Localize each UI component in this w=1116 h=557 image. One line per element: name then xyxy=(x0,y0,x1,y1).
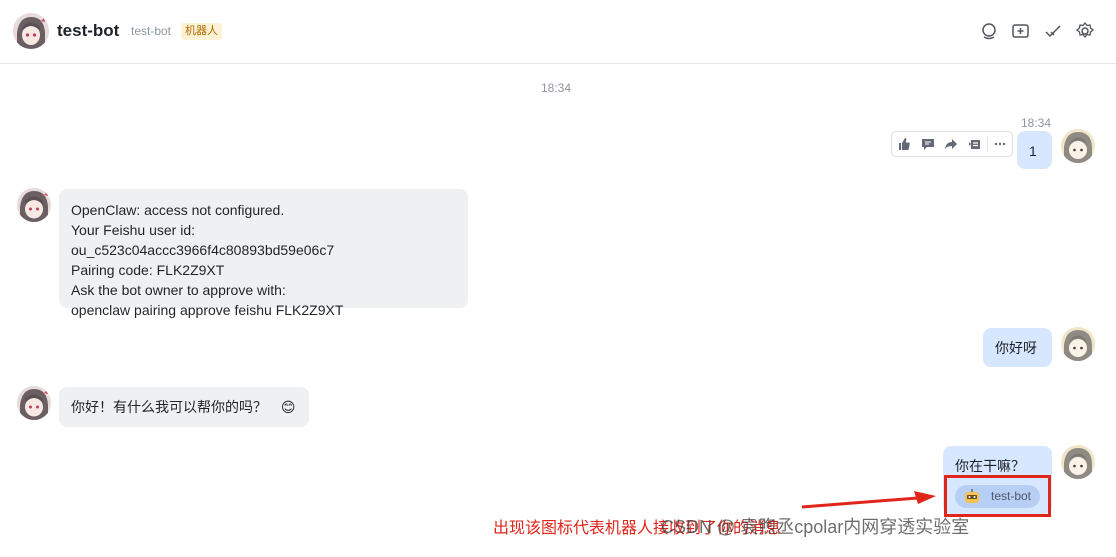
thumb-up-icon[interactable] xyxy=(892,132,916,156)
robot-badge: 机器人 xyxy=(181,23,222,40)
chat-header: test-bot test-bot 机器人 xyxy=(0,0,1116,64)
chat-title: test-bot xyxy=(57,21,120,40)
message-line: openclaw pairing approve feishu FLK2Z9XT xyxy=(71,302,344,318)
forward-icon[interactable] xyxy=(940,132,964,156)
message-bubble-incoming[interactable]: OpenClaw: access not configured. Your Fe… xyxy=(59,189,468,318)
message-bubble-outgoing[interactable]: 你好呀 xyxy=(983,328,1052,367)
message-line: Pairing code: FLK2Z9XT xyxy=(71,262,225,278)
user-avatar[interactable] xyxy=(1061,129,1095,163)
message-text: 1 xyxy=(1029,143,1037,159)
annotation-arrow xyxy=(801,491,936,509)
search-icon[interactable] xyxy=(979,21,999,41)
new-window-icon[interactable] xyxy=(1011,21,1031,41)
message-line: OpenClaw: access not configured. xyxy=(71,202,285,218)
message-text: 你在干嘛？ xyxy=(955,458,1025,474)
watermark-text: CSDN @ 袁煦丞cpolar内网穿透实验室 xyxy=(661,517,970,537)
more-icon[interactable] xyxy=(988,132,1012,156)
reply-icon[interactable] xyxy=(963,132,987,156)
message-bubble-outgoing[interactable]: 1 xyxy=(1017,131,1052,169)
highlight-box xyxy=(944,475,1051,517)
comment-icon[interactable] xyxy=(916,132,940,156)
message-bubble-incoming[interactable]: 你好！有什么我可以帮你的吗？ 😊 xyxy=(59,387,309,427)
message-line: Ask the bot owner to approve with: xyxy=(71,282,286,298)
message-line: Your Feishu user id: ou_c523c04accc3966f… xyxy=(71,222,335,258)
smile-emoji-icon: 😊 xyxy=(280,399,296,415)
user-avatar[interactable] xyxy=(1061,327,1095,361)
timestamp-center: 18:34 xyxy=(541,81,572,95)
message-timestamp: 18:34 xyxy=(1021,116,1052,130)
bot-avatar[interactable] xyxy=(13,13,49,49)
message-hover-toolbar xyxy=(891,131,1013,157)
done-icon[interactable] xyxy=(1043,21,1063,41)
chat-subtitle: test-bot xyxy=(131,24,172,38)
settings-icon[interactable] xyxy=(1075,21,1095,41)
user-avatar[interactable] xyxy=(1061,445,1095,479)
message-text: 你好呀 xyxy=(995,340,1037,356)
bot-avatar[interactable] xyxy=(17,386,51,420)
bot-avatar[interactable] xyxy=(17,188,51,222)
message-text: 你好！有什么我可以帮你的吗？ xyxy=(71,399,267,415)
